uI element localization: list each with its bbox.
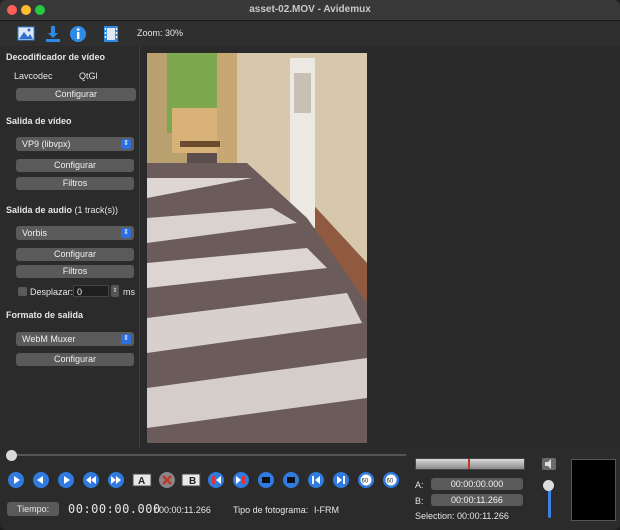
- video-decoder-heading: Decodificador de vídeo: [6, 52, 106, 62]
- chevron-updown-icon: ⇕: [121, 334, 131, 344]
- next-keyframe-icon[interactable]: [232, 471, 250, 489]
- video-output-heading: Salida de vídeo: [6, 116, 72, 126]
- video-codec-select[interactable]: VP9 (libvpx) ⇕: [16, 137, 134, 151]
- svg-text:60: 60: [362, 479, 369, 485]
- svg-text:60: 60: [387, 479, 394, 485]
- jog-shuttle[interactable]: [415, 458, 525, 470]
- set-marker-b-icon[interactable]: B: [181, 471, 201, 489]
- marker-b-label: B:: [415, 496, 424, 506]
- muxer-value: WebM Muxer: [22, 334, 76, 344]
- chevron-updown-icon: ⇕: [121, 228, 131, 238]
- shift-stepper[interactable]: ⇕: [111, 285, 119, 297]
- selection-title: Selection:: [415, 511, 455, 521]
- audio-codec-value: Vorbis: [22, 228, 48, 238]
- title-bar: asset-02.MOV - Avidemux: [0, 0, 620, 21]
- marker-b-button[interactable]: 00:00:11.266: [431, 494, 523, 506]
- chevron-updown-icon: ⇕: [121, 139, 131, 149]
- frame-type-value: I-FRM: [314, 505, 339, 515]
- next-frame-icon[interactable]: [57, 471, 75, 489]
- audio-output-heading: Salida de audio (1 track(s)): [6, 205, 118, 215]
- shift-input[interactable]: 0: [73, 285, 109, 297]
- goto-marker-a-icon[interactable]: [257, 471, 275, 489]
- audio-codec-select[interactable]: Vorbis ⇕: [16, 226, 134, 240]
- rewind-icon[interactable]: [82, 471, 100, 489]
- goto-start-icon[interactable]: [307, 471, 325, 489]
- selection-label: Selection: 00:00:11.266: [415, 511, 509, 521]
- previous-frame-icon[interactable]: [32, 471, 50, 489]
- shift-unit: ms: [123, 287, 135, 297]
- audio-configure-button[interactable]: Configurar: [16, 248, 134, 261]
- set-marker-a-icon[interactable]: A: [132, 471, 152, 489]
- toolbar: Zoom: 30%: [0, 21, 620, 46]
- goto-marker-b-icon[interactable]: [282, 471, 300, 489]
- app-window: asset-02.MOV - Avidemux Zoom: 30% Decodi…: [0, 0, 620, 530]
- forward-60s-icon[interactable]: 60: [382, 471, 400, 489]
- mute-icon[interactable]: [542, 458, 556, 470]
- shift-label: Desplazar:: [30, 287, 74, 297]
- decoder-name: Lavcodec: [14, 71, 53, 81]
- time-button[interactable]: Tiempo:: [7, 502, 59, 516]
- muxer-select[interactable]: WebM Muxer ⇕: [16, 332, 134, 346]
- save-file-icon[interactable]: [43, 24, 63, 44]
- volume-handle[interactable]: [543, 480, 554, 491]
- video-codec-value: VP9 (libvpx): [22, 139, 71, 149]
- audio-meter: [571, 459, 616, 521]
- svg-text:B: B: [189, 476, 196, 487]
- seek-handle[interactable]: [6, 450, 17, 461]
- shift-checkbox[interactable]: [18, 287, 27, 296]
- zoom-label: Zoom: 30%: [137, 28, 184, 38]
- selection-value: 00:00:11.266: [457, 511, 509, 521]
- previous-keyframe-icon[interactable]: [207, 471, 225, 489]
- play-icon[interactable]: [7, 471, 25, 489]
- goto-end-icon[interactable]: [332, 471, 350, 489]
- fast-forward-icon[interactable]: [107, 471, 125, 489]
- filmstrip-icon[interactable]: [101, 24, 121, 44]
- jog-indicator: [468, 459, 470, 469]
- renderer-name: QtGl: [79, 71, 98, 81]
- open-file-icon[interactable]: [16, 24, 36, 44]
- video-preview: [147, 53, 367, 443]
- info-icon[interactable]: [68, 24, 88, 44]
- total-time: / 00:00:11.266: [154, 505, 211, 515]
- seek-track: [14, 454, 406, 456]
- window-title: asset-02.MOV - Avidemux: [249, 4, 371, 15]
- audio-filters-button[interactable]: Filtros: [16, 265, 134, 278]
- settings-panel: Decodificador de vídeo Lavcodec QtGl Con…: [0, 46, 140, 448]
- audio-track-count: (1 track(s)): [74, 205, 119, 215]
- svg-text:A: A: [138, 476, 145, 487]
- delete-icon[interactable]: [158, 471, 176, 489]
- decoder-configure-button[interactable]: Configurar: [16, 88, 136, 101]
- seek-bar[interactable]: [6, 450, 406, 461]
- frame-type-label: Tipo de fotograma:: [233, 505, 309, 515]
- current-time[interactable]: 00:00:00.000: [68, 502, 161, 516]
- video-configure-button[interactable]: Configurar: [16, 159, 134, 172]
- marker-a-button[interactable]: 00:00:00.000: [431, 478, 523, 490]
- back-60s-icon[interactable]: 60: [357, 471, 375, 489]
- audio-output-title: Salida de audio: [6, 205, 73, 215]
- output-format-heading: Formato de salida: [6, 310, 84, 320]
- marker-a-label: A:: [415, 480, 424, 490]
- video-filters-button[interactable]: Filtros: [16, 177, 134, 190]
- muxer-configure-button[interactable]: Configurar: [16, 353, 134, 366]
